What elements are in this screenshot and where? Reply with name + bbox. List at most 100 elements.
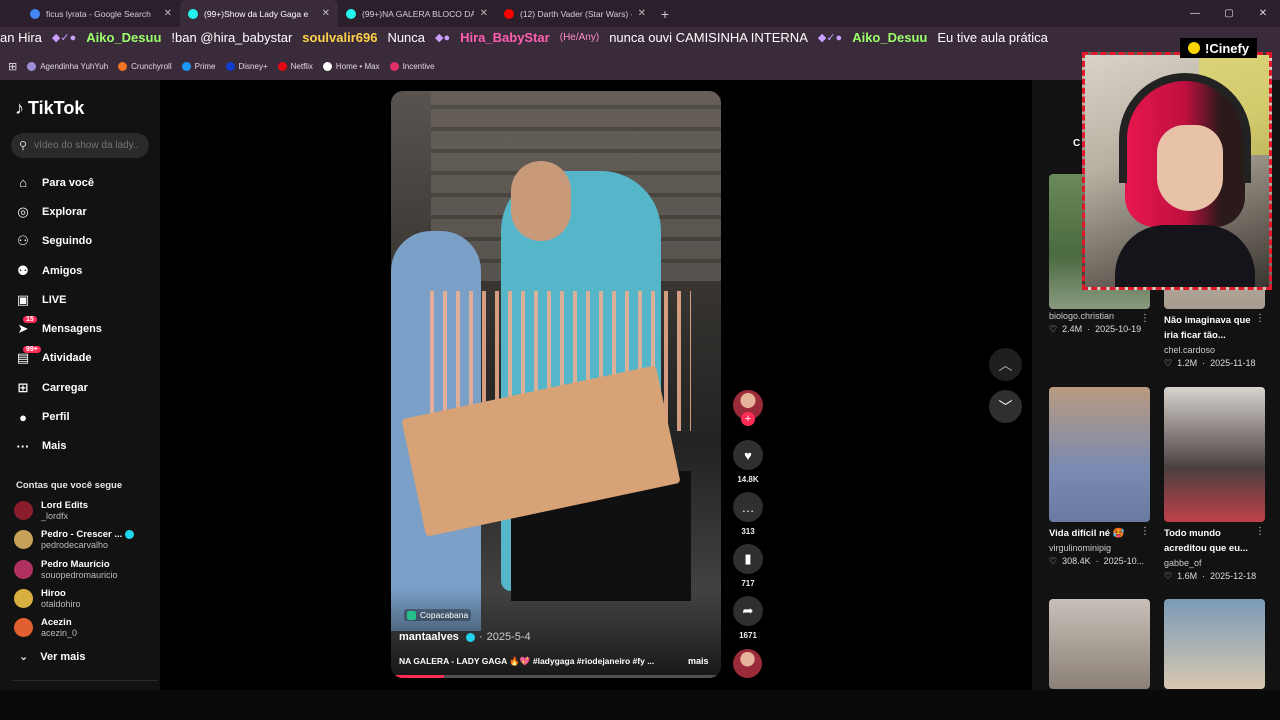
video-thumbnail[interactable]	[1049, 387, 1150, 522]
video-thumbnail[interactable]	[1164, 599, 1265, 689]
nav-item-amigos[interactable]: ⚉ Amigos	[15, 256, 155, 285]
new-tab-button[interactable]: +	[654, 0, 676, 27]
nav-item-carregar[interactable]: ⊞ Carregar	[15, 373, 155, 402]
bookmark-item[interactable]: Incentive	[389, 61, 435, 71]
bookmark-favicon-icon	[389, 61, 399, 71]
card-more-icon[interactable]: ⋮	[1140, 526, 1150, 537]
related-video-card[interactable]: Todo mundo acreditou que eu... ⋮ gabbe_of ♡…	[1164, 387, 1265, 582]
video-author[interactable]: mantaalves · 2025-5-4	[399, 631, 531, 643]
next-video-button[interactable]: ﹀	[989, 390, 1022, 423]
maximize-button[interactable]: ▢	[1212, 0, 1246, 27]
like-icon: ♥	[744, 447, 752, 463]
followed-account[interactable]: Hiroo otaldohiro	[14, 584, 154, 613]
browser-tab[interactable]: (99+)NA GALERA BLOCO DA FA ✕	[338, 0, 496, 27]
action-count: 1671	[739, 631, 757, 640]
bookmark-button[interactable]: ▮	[733, 544, 763, 574]
bookmark-item[interactable]: Netflix	[277, 61, 313, 71]
bookmark-favicon-icon	[277, 61, 287, 71]
related-tab[interactable]: C	[1073, 138, 1080, 149]
video-progress-bar[interactable]	[391, 675, 721, 678]
chat-badge-icons: ◆✓●	[51, 31, 77, 44]
bookmark-item[interactable]: Disney+	[225, 61, 268, 71]
bookmark-label: Home • Max	[335, 61, 380, 71]
browser-tab[interactable]: (99+)Show da Lady Gaga e ✕	[180, 0, 338, 27]
tiktok-logo[interactable]: ♪ TikTok	[15, 98, 84, 119]
tab-close-icon[interactable]: ✕	[164, 8, 172, 19]
webcam-face	[1157, 125, 1223, 211]
browser-tab[interactable]: ficus lyrata - Google Search ✕	[22, 0, 180, 27]
tab-close-icon[interactable]: ✕	[480, 8, 488, 19]
browser-tab[interactable]: (12) Darth Vader (Star Wars) - Li ✕	[496, 0, 654, 27]
card-more-icon[interactable]: ⋮	[1140, 313, 1150, 324]
previous-video-button[interactable]: ︿	[989, 348, 1022, 381]
card-stat-sep: ·	[1095, 556, 1099, 566]
account-name-row: Lord Edits	[41, 500, 88, 511]
followed-account[interactable]: Pedro Maurício souopedromauricio	[14, 555, 154, 584]
caption-more-button[interactable]: mais	[688, 656, 709, 666]
card-date: 2025-11-18	[1210, 358, 1256, 368]
upload-icon: ⊞	[17, 379, 29, 395]
related-video-card[interactable]: Vida difícil né 🥵 ⋮ virgulinominipig ♡ 308.4…	[1049, 387, 1150, 567]
account-name-row: Acezin	[41, 617, 77, 628]
card-likes: 1.6M	[1177, 571, 1198, 581]
nav-label: Perfil	[42, 411, 70, 424]
nav-item-mensagens[interactable]: ➤ 15 Mensagens	[15, 314, 155, 343]
card-author: virgulinominipig	[1049, 543, 1112, 553]
nav-label: Explorar	[42, 205, 87, 218]
search-input[interactable]	[34, 140, 140, 151]
creator-avatar[interactable]: +	[733, 390, 763, 426]
search-box[interactable]: ⚲	[11, 133, 149, 158]
location-pin-icon	[407, 610, 416, 620]
video-thumbnail[interactable]	[1164, 387, 1265, 522]
chat-username: soulvalir696	[302, 29, 378, 45]
comment-button[interactable]: …	[733, 492, 763, 522]
nav-item-live[interactable]: ▣ LIVE	[15, 285, 155, 314]
following-header: Contas que você segue	[16, 480, 123, 491]
nav-item-atividade[interactable]: ▤ 99+ Atividade	[15, 344, 155, 373]
related-video-card[interactable]	[1049, 599, 1150, 689]
nav-item-explorar[interactable]: ◎ Explorar	[15, 197, 155, 226]
card-more-icon[interactable]: ⋮	[1255, 526, 1265, 537]
followed-account[interactable]: Acezin acezin_0	[14, 613, 154, 642]
account-text: Pedro - Crescer ... pedrodecarvalho	[41, 529, 135, 550]
tab-close-icon[interactable]: ✕	[638, 8, 646, 19]
tab-close-icon[interactable]: ✕	[322, 8, 330, 19]
window-controls: — ▢ ✕	[1178, 0, 1280, 27]
close-window-button[interactable]: ✕	[1246, 0, 1280, 27]
video-player[interactable]: Copacabana mantaalves · 2025-5-4 NA GALE…	[391, 91, 721, 678]
related-video-card[interactable]	[1164, 599, 1265, 689]
divider	[12, 680, 158, 681]
nav-item-perfil[interactable]: ● Perfil	[15, 402, 155, 431]
follow-plus-icon[interactable]: +	[741, 412, 755, 426]
nav-item-mais[interactable]: ··· Mais	[15, 432, 155, 461]
followed-account[interactable]: Lord Edits _lordfx	[14, 496, 154, 525]
nav-item-para-você[interactable]: ⌂ Para você	[15, 168, 155, 197]
nav-label: Amigos	[42, 264, 83, 277]
nav-item-seguindo[interactable]: ⚇ Seguindo	[15, 227, 155, 256]
live-icon: ▣	[16, 291, 30, 307]
see-more-button[interactable]: ⌄ Ver mais	[19, 650, 85, 664]
location-tag[interactable]: Copacabana	[404, 609, 472, 621]
chat-message: !ban @hira_babystar	[171, 29, 293, 45]
next-creator-avatar[interactable]	[733, 649, 762, 678]
bookmark-item[interactable]: Home • Max	[322, 61, 380, 71]
feed-navigation: ︿ ﹀	[989, 348, 1022, 432]
share-button[interactable]: ➦	[733, 596, 763, 626]
video-thumbnail[interactable]	[1049, 599, 1150, 689]
chat-badge-icons: ◆✓●	[817, 31, 843, 44]
bookmark-item[interactable]: Agendinha YuhYuh	[27, 61, 108, 71]
bookmark-item[interactable]: Crunchyroll	[118, 61, 172, 71]
card-more-icon[interactable]: ⋮	[1255, 313, 1265, 324]
action-count: 313	[741, 527, 755, 536]
chat-username: Hira_BabyStar	[460, 29, 550, 45]
author-name[interactable]: mantaalves	[399, 631, 459, 643]
card-stat-sep: ·	[1087, 324, 1091, 334]
bookmark-item[interactable]: Prime	[181, 61, 216, 71]
search-icon: ⚲	[19, 140, 28, 152]
like-button[interactable]: ♥	[733, 440, 763, 470]
followed-account[interactable]: Pedro - Crescer ... pedrodecarvalho	[14, 525, 154, 554]
apps-grid-icon[interactable]: ⊞	[8, 60, 17, 73]
video-actions: + ♥ 14.8K … 313 ▮ 717 ➦ 1671	[733, 390, 763, 648]
minimize-button[interactable]: —	[1178, 0, 1212, 27]
tab-title: ficus lyrata - Google Search	[46, 8, 151, 19]
